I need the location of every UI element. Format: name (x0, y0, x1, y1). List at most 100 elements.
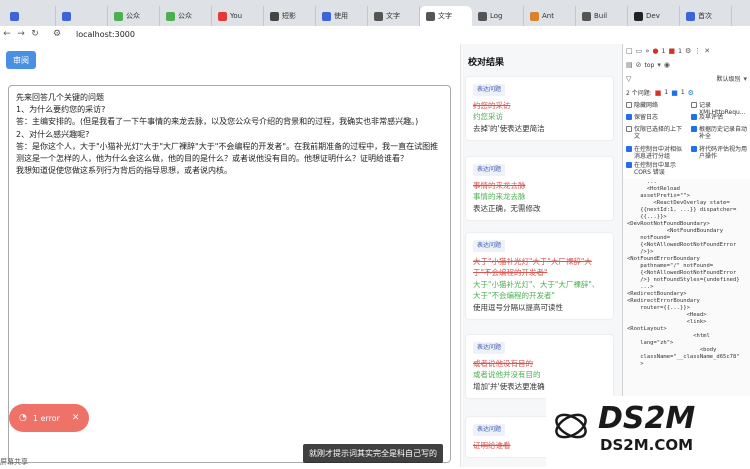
tab-label: Log (490, 12, 503, 20)
browser-tab[interactable]: 文字 (368, 6, 420, 26)
error-indicator[interactable]: ◔ 1 error ✕ (9, 404, 89, 432)
console-setting-option[interactable]: 将代码评估视为用户操作 (691, 146, 750, 160)
checkbox-label: 在控制台中显示 CORS 错误 (634, 162, 677, 176)
browser-tab[interactable]: You (212, 6, 264, 26)
console-line: assetPrefix=""> (627, 193, 690, 199)
tab-favicon-icon (478, 11, 487, 21)
tab-favicon-icon (166, 11, 175, 21)
close-icon[interactable]: ✕ (72, 413, 80, 423)
tab-label: 文字 (438, 12, 452, 20)
browser-tab[interactable]: 短影 (264, 6, 316, 26)
result-card[interactable]: 表达问题 约您的采访 约您采访 去掉'的'使表达更简洁 (466, 77, 613, 140)
reload-icon[interactable]: ↻ (28, 29, 42, 39)
close-icon[interactable]: ✕ (704, 47, 710, 55)
more-tools-icon[interactable]: » (645, 47, 649, 55)
issue-icon[interactable]: ■ (655, 89, 662, 97)
checkbox[interactable] (626, 162, 632, 168)
gear-icon[interactable]: ⚙ (685, 47, 691, 55)
forward-arrow-icon[interactable]: → (14, 29, 28, 39)
console-setting-option[interactable]: 保留日志 (626, 114, 686, 121)
back-arrow-icon[interactable]: ← (0, 29, 14, 39)
browser-tab[interactable]: Ant (524, 6, 576, 26)
console-line: > (627, 361, 644, 367)
tab-favicon-icon (530, 11, 539, 21)
tab-label: 首次 (698, 12, 712, 20)
tab-favicon-icon (322, 11, 331, 21)
checkbox-label: 根据历史记录自动补全 (699, 126, 748, 140)
issue-icon[interactable]: ■ (671, 89, 678, 97)
issue-count: 1 (678, 47, 682, 55)
browser-tab[interactable]: 公众 (160, 6, 212, 26)
browser-address-bar: ← → ↻ ⚙ localhost:3000 (0, 26, 750, 42)
sidebar-toggle-icon[interactable]: ▤ (626, 61, 633, 69)
console-line: <NotFoundErrorBoundary (627, 256, 700, 262)
console-line: />}> (627, 249, 654, 255)
device-icon[interactable]: ▭ (636, 47, 643, 55)
screen-share-label: 屏幕共享 (0, 458, 28, 466)
browser-tab[interactable]: 公众 (108, 6, 160, 26)
suggested-text: 或者说他并没有目的 (473, 370, 541, 379)
checkbox[interactable] (691, 102, 697, 108)
console-line: <DevRootNotFoundBoundary> (627, 221, 710, 227)
url-field[interactable]: localhost:3000 (76, 30, 135, 39)
issue-count-icon[interactable]: ■ (668, 47, 675, 55)
checkbox[interactable] (626, 126, 632, 132)
browser-tab[interactable]: Buil (576, 6, 628, 26)
review-button[interactable]: 审阅 (6, 51, 36, 69)
tab-label: 公众 (178, 12, 192, 20)
checkbox[interactable] (691, 146, 697, 152)
tab-favicon-icon (114, 11, 123, 21)
checkbox[interactable] (626, 102, 632, 108)
browser-tab[interactable]: Dev (628, 6, 680, 26)
checkbox[interactable] (626, 146, 632, 152)
error-label: 1 error (32, 413, 60, 423)
tab-favicon-icon (218, 11, 227, 21)
eye-icon[interactable]: ◉ (664, 61, 670, 69)
svg-text:DS2M.COM: DS2M.COM (600, 436, 693, 454)
results-title: 校对结果 (468, 58, 505, 68)
browser-tab[interactable] (56, 6, 108, 26)
tab-label: Buil (594, 12, 608, 20)
result-card[interactable]: 表达问题 或者说他没有目的 或者说他并没有目的 增加'并'使表达更准确 (466, 335, 613, 398)
checkbox[interactable] (691, 126, 697, 132)
console-setting-option[interactable]: 及早评估 (691, 114, 750, 121)
checkbox[interactable] (626, 114, 632, 120)
console-setting-option[interactable]: 仅限已选择的上下文 (626, 126, 686, 140)
original-text: 或者说他没有目的 (473, 358, 533, 368)
console-setting-option[interactable]: 在控制台中显示 CORS 错误 (626, 162, 686, 176)
browser-tab[interactable]: Log (472, 6, 524, 26)
reason-text: 增加'并'使表达更准确 (473, 381, 545, 391)
gear-icon[interactable]: ⚙ (688, 89, 694, 97)
inspect-icon[interactable]: □ (626, 47, 633, 55)
console-line: pathname="/" notFound= (627, 263, 714, 269)
browser-tab[interactable] (4, 6, 56, 26)
result-card[interactable]: 表达问题 大于"小猫补光灯"大于"大厂裸辞"大于"不会编程的开发者" 大于"小猫补光… (466, 233, 613, 319)
suggested-text: 事情的来龙去脉 (473, 192, 526, 201)
console-setting-option[interactable]: 根据历史记录自动补全 (691, 126, 750, 140)
console-line: {<NotAllowedRootNotFoundError (627, 270, 737, 276)
console-setting-option[interactable]: 隐藏网络 (626, 102, 686, 109)
console-setting-option[interactable]: 在控制台中对相似消息进行分组 (626, 146, 686, 160)
console-line: <RedirectBoundary> (627, 291, 687, 297)
console-line: ...> (627, 284, 654, 290)
browser-tab[interactable]: 首次 (680, 6, 732, 26)
default-levels-dropdown[interactable]: 默认级别 (716, 74, 740, 83)
browser-tab[interactable]: 使用 (316, 6, 368, 26)
console-line: {{...}}> (627, 214, 667, 220)
console-line: <Head> (627, 312, 707, 318)
checkbox-label: 将代码评估视为用户操作 (699, 146, 748, 160)
site-info-icon[interactable]: ⚙ (50, 29, 64, 39)
error-count-icon[interactable]: ● (653, 47, 659, 55)
context-selector[interactable]: top (645, 62, 655, 69)
clear-console-icon[interactable]: ⊘ (636, 61, 642, 69)
kebab-menu-icon[interactable]: ⋮ (694, 47, 701, 55)
checkbox-label: 仅限已选择的上下文 (634, 126, 683, 140)
filter-row: ▽ 默认级别 ▾ (623, 74, 750, 84)
reason-text: 表达正确，无需修改 (473, 203, 541, 213)
browser-tab[interactable]: 文字 (420, 6, 472, 26)
checkbox[interactable] (691, 114, 697, 120)
result-card[interactable]: 表达问题 事情的来龙去脉 事情的来龙去脉 表达正确，无需修改 (466, 157, 613, 220)
filter-icon[interactable]: ▽ (626, 75, 631, 83)
editor-line: 答：主编安排的。(但是我看了一下午事情的来龙去脉，以及您公众号介绍的背景和的过程… (16, 117, 419, 127)
console-line: {<NotAllowedRootNotFoundError (627, 242, 737, 248)
